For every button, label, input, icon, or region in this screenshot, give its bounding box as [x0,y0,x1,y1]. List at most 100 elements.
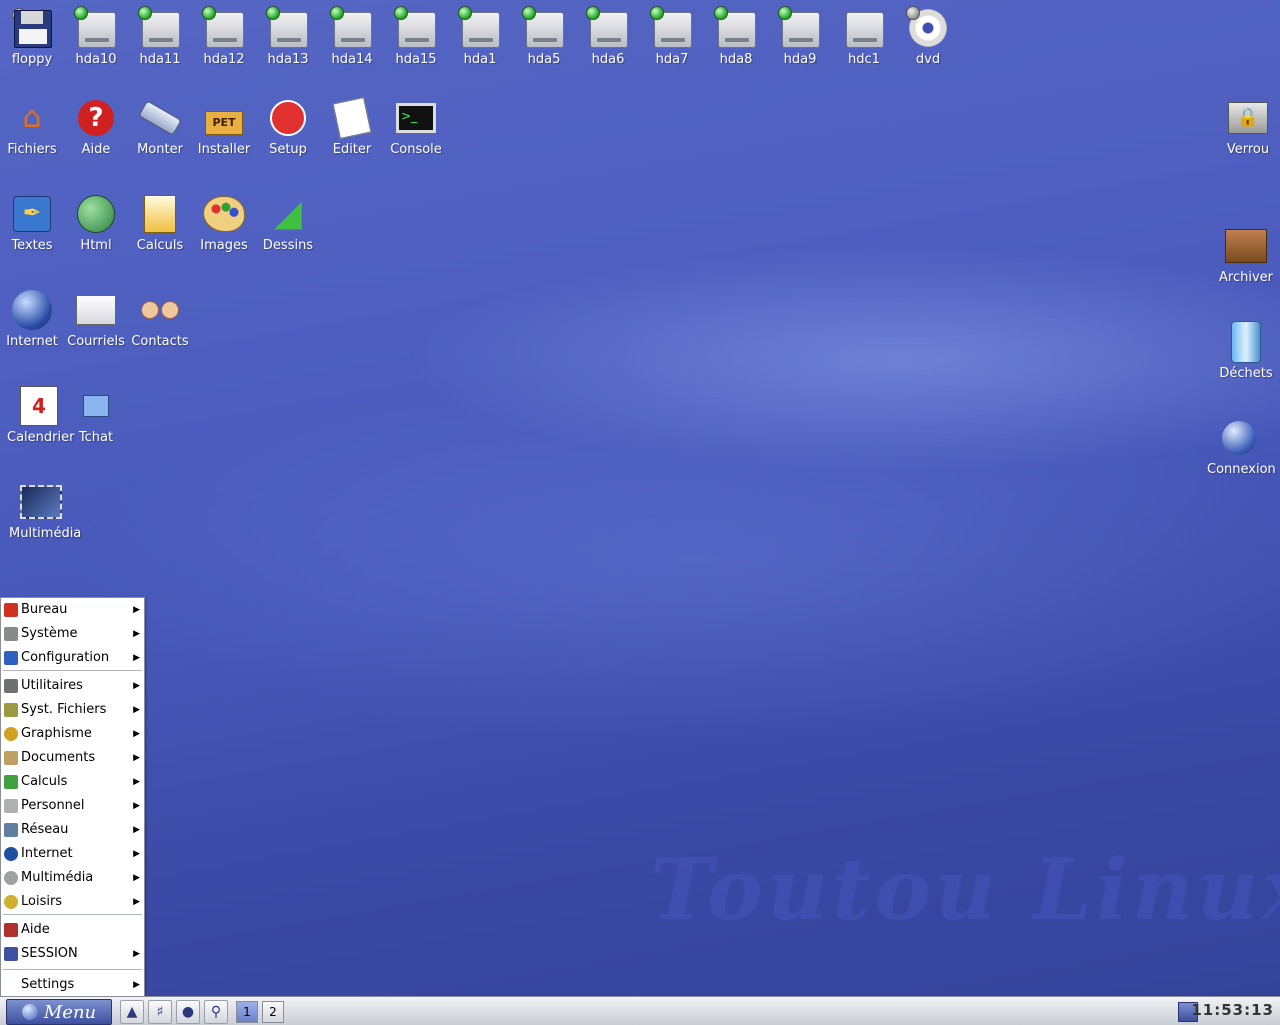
menu-item-documents[interactable]: Documents ▶ [1,746,144,770]
desktop-icon-hda5[interactable]: hda5 [512,6,576,67]
submenu-arrow-icon: ▶ [133,801,140,811]
multimedia-disc-icon [4,871,18,885]
submenu-arrow-icon: ▶ [133,753,140,763]
desktop-icon-hda11[interactable]: hda11 [128,6,192,67]
desktop-icon-hda8[interactable]: hda8 [704,6,768,67]
chat-network-icon [74,384,118,428]
desktop-icon-connexion[interactable]: Connexion [1207,416,1276,477]
browser-button[interactable]: ● [176,1000,200,1024]
desktop-icon-verrou[interactable]: 🔒 Verrou [1216,96,1280,157]
usb-drive-icon [138,96,182,140]
search-icon: ⚲ [210,1004,222,1020]
desktop-icon-hda6[interactable]: hda6 [576,6,640,67]
menu-item-graphisme[interactable]: Graphisme ▶ [1,722,144,746]
desktop-icon-setup[interactable]: Setup [256,96,320,157]
help-book-icon [4,923,18,937]
start-menu: Bureau ▶ Système ▶ Configuration ▶ Utilitai… [0,597,145,996]
menu-item-systeme[interactable]: Système ▶ [1,622,144,646]
submenu-arrow-icon: ▶ [133,980,140,990]
bureau-icon [4,603,18,617]
desktop-icon-textes[interactable]: ✒ Textes [0,192,64,253]
network-icon [4,823,18,837]
menu-item-personnel[interactable]: Personnel ▶ [1,794,144,818]
desktop-icon-dessins[interactable]: ◢ Dessins [256,192,320,254]
submenu-arrow-icon: ▶ [133,949,140,959]
calendar-icon: 4 [17,384,61,428]
help-icon: ? [74,96,118,140]
desktop-icon-hda13[interactable]: hda13 [256,6,320,67]
clock[interactable]: 11:53:13 [1191,1001,1274,1019]
volume-button[interactable]: ♯ [148,1000,172,1024]
desktop-icon-internet[interactable]: Internet [0,288,64,349]
menu-item-utilitaires[interactable]: Utilitaires ▶ [1,674,144,698]
submenu-arrow-icon: ▶ [133,629,140,639]
show-desktop-button[interactable]: ▲ [120,1000,144,1024]
desktop-icon-installer[interactable]: PET Installer [192,96,256,157]
drive-icon [846,12,884,48]
palette-icon [202,192,246,236]
submenu-arrow-icon: ▶ [133,897,140,907]
desktop-icon-fichiers[interactable]: ⌂ Fichiers [0,96,64,158]
globe-icon: ● [181,1004,195,1020]
desktop-icon-dvd[interactable]: dvd [896,6,960,67]
menu-item-calculs[interactable]: Calculs ▶ [1,770,144,794]
menu-item-internet[interactable]: Internet ▶ [1,842,144,866]
menu-item-settings[interactable]: Settings ▶ [1,973,144,996]
archive-box-icon [1224,224,1268,268]
lock-screen-icon: 🔒 [1226,96,1270,140]
desktop-icon-hda12[interactable]: hda12 [192,6,256,67]
menu-button[interactable]: Menu [6,999,112,1025]
desktop-pager-1[interactable]: 1 [236,1001,258,1023]
submenu-arrow-icon: ▶ [133,849,140,859]
film-microphone-icon [19,480,63,524]
desktop-icon-hda10[interactable]: hda10 [64,6,128,67]
submenu-arrow-icon: ▶ [133,705,140,715]
filesystem-icon [4,703,18,717]
personal-icon [4,799,18,813]
search-button[interactable]: ⚲ [204,1000,228,1024]
desktop[interactable]: Toutou Linux floppy hda10 hda11 hda12 hd… [0,0,1280,996]
desktop-icon-editer[interactable]: Editer [320,96,384,157]
taskbar: Menu ▲ ♯ ● ⚲ 1 2 11:53:13 [0,996,1280,1025]
desktop-icon-hda15[interactable]: hda15 [384,6,448,67]
desktop-icon-courriels[interactable]: Courriels [64,288,128,349]
drawing-triangle-icon: ◢ [274,193,302,234]
terminal-icon: >_ [394,96,438,140]
desktop-icon-calendrier[interactable]: 4 Calendrier [7,384,74,445]
setup-icon [266,96,310,140]
desktop-icon-tchat[interactable]: Tchat [64,384,128,445]
menu-item-configuration[interactable]: Configuration ▶ [1,646,144,670]
desktop-icon-dechets[interactable]: Déchets [1214,320,1278,381]
menu-item-bureau[interactable]: Bureau ▶ [1,598,144,622]
calculator-icon [138,192,182,236]
submenu-arrow-icon: ▶ [133,825,140,835]
desktop-icon-hdc1[interactable]: hdc1 [832,6,896,67]
desktop-icon-contacts[interactable]: Contacts [128,288,192,349]
desktop-icon-calculs[interactable]: Calculs [128,192,192,253]
menu-item-multimedia[interactable]: Multimédia ▶ [1,866,144,890]
desktop-icon-hda9[interactable]: hda9 [768,6,832,67]
menu-item-aide[interactable]: Aide [1,918,144,942]
desktop-icon-html[interactable]: Html [64,192,128,253]
submenu-arrow-icon: ▶ [133,873,140,883]
menu-item-syst-fichiers[interactable]: Syst. Fichiers ▶ [1,698,144,722]
desktop-icon-archiver[interactable]: Archiver [1214,224,1278,285]
mail-icon [74,288,118,332]
desktop-icon-console[interactable]: >_ Console [384,96,448,157]
desktop-icon-monter[interactable]: Monter [128,96,192,157]
desktop-icon-floppy[interactable]: floppy [0,6,64,67]
desktop-icon-aide[interactable]: ? Aide [64,96,128,157]
menu-item-reseau[interactable]: Réseau ▶ [1,818,144,842]
desktop-icon-multimedia[interactable]: Multimédia [9,480,81,541]
desktop-pager-2[interactable]: 2 [262,1001,284,1023]
desktop-icon: ▲ [126,1004,138,1020]
menu-item-loisirs[interactable]: Loisirs ▶ [1,890,144,914]
submenu-arrow-icon: ▶ [133,681,140,691]
desktop-icon-hda7[interactable]: hda7 [640,6,704,67]
desktop-icon-hda14[interactable]: hda14 [320,6,384,67]
desktop-icon-hda1[interactable]: hda1 [448,6,512,67]
menu-item-session[interactable]: SESSION ▶ [1,942,144,966]
desktop-icon-images[interactable]: Images [192,192,256,253]
notepad-pencil-icon [330,96,374,140]
globe-icon [10,288,54,332]
